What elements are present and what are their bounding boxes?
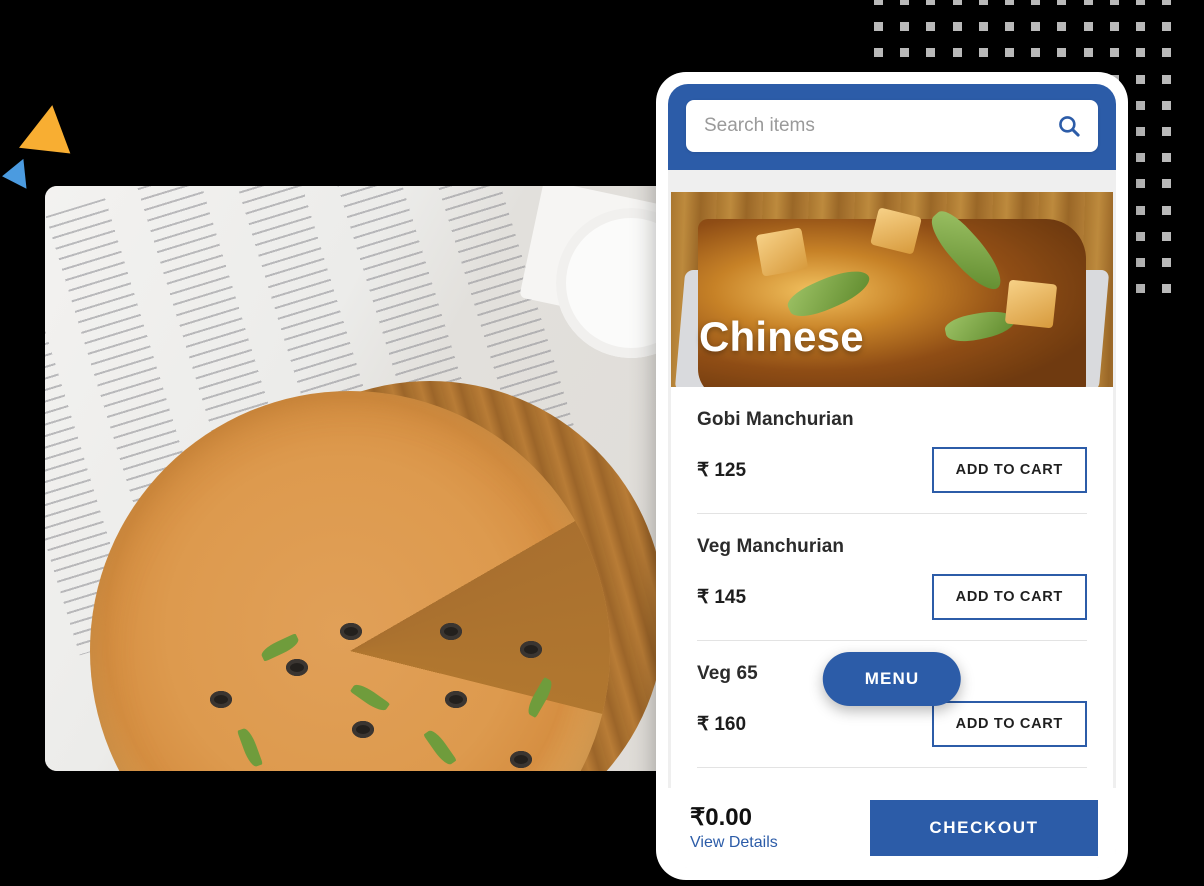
grid-dot xyxy=(1162,0,1172,5)
grid-dot xyxy=(1136,179,1145,189)
grid-dot xyxy=(1162,48,1172,58)
phone-mockup: Chinese Gobi Manchurian₹ 125ADD TO CARTV… xyxy=(656,72,1128,880)
menu-item-row: Veg Manchurian ₹ 145 ADD TO CART xyxy=(697,514,1087,640)
grid-dot xyxy=(1005,0,1014,5)
grid-dot xyxy=(1162,22,1172,32)
grid-dot xyxy=(1162,74,1172,84)
grid-dot xyxy=(1083,0,1093,5)
pizza-olive xyxy=(445,691,467,708)
grid-dot xyxy=(1136,74,1145,84)
cart-amount: ₹0.00 xyxy=(690,804,752,831)
page-root: Chinese Gobi Manchurian₹ 125ADD TO CARTV… xyxy=(0,0,1204,886)
menu-items-list: Gobi Manchurian ₹ 125 ADD TO CART Veg Manch… xyxy=(671,387,1113,788)
grid-dot xyxy=(1136,205,1145,215)
grid-dot xyxy=(1162,205,1172,215)
grid-dot xyxy=(1083,48,1093,58)
menu-item-row: Veg Mushroom xyxy=(697,768,1087,788)
checkout-bar: ₹0.00 View Details CHECKOUT xyxy=(668,788,1116,868)
grid-dot xyxy=(874,22,883,32)
grid-dot xyxy=(1057,48,1067,58)
search-box[interactable] xyxy=(686,100,1098,152)
pizza-olive xyxy=(440,623,462,640)
phone-screen: Chinese Gobi Manchurian₹ 125ADD TO CARTV… xyxy=(668,84,1116,868)
grid-dot xyxy=(1162,179,1172,189)
grid-dot xyxy=(874,48,883,58)
grid-dot xyxy=(978,0,988,5)
grid-dot xyxy=(1136,284,1145,294)
grid-dot xyxy=(1031,0,1041,5)
menu-item-price: ₹ 160 xyxy=(697,713,747,735)
pizza-photo-card xyxy=(45,186,670,771)
grid-dot xyxy=(874,0,883,5)
grid-dot xyxy=(1162,100,1172,110)
pizza-olive xyxy=(520,641,542,658)
category-banner-image: Chinese xyxy=(671,192,1113,387)
grid-dot xyxy=(1136,100,1145,110)
grid-dot xyxy=(952,0,962,5)
grid-dot xyxy=(1162,284,1172,294)
grid-dot xyxy=(1136,153,1145,163)
search-icon[interactable] xyxy=(1056,113,1082,139)
menu-item-actions: ₹ 145 ADD TO CART xyxy=(697,574,1087,640)
grid-dot xyxy=(1136,258,1145,267)
pizza-olive xyxy=(352,721,374,738)
menu-item-name: Gobi Manchurian xyxy=(697,409,854,430)
grid-dot xyxy=(1136,231,1145,241)
orange-triangle-decoration xyxy=(19,105,87,175)
checkout-button[interactable]: CHECKOUT xyxy=(870,800,1098,856)
grid-dot xyxy=(1005,22,1014,32)
view-details-link[interactable]: View Details xyxy=(690,834,778,852)
grid-dot xyxy=(1031,48,1041,58)
content-scroll-area[interactable]: Chinese Gobi Manchurian ₹ 125 ADD TO CART V… xyxy=(668,170,1116,788)
menu-fab-button[interactable]: MENU xyxy=(822,652,962,706)
grid-dot xyxy=(1031,22,1041,32)
add-to-cart-button[interactable]: ADD TO CART xyxy=(931,701,1087,747)
grid-dot xyxy=(1162,258,1172,267)
grid-dot xyxy=(952,22,962,32)
grid-dot xyxy=(952,48,962,58)
blue-triangle-decoration xyxy=(0,158,27,192)
pizza-olive xyxy=(210,691,232,708)
grid-dot xyxy=(926,48,936,58)
pizza-olive xyxy=(286,659,308,676)
app-header xyxy=(668,84,1116,170)
grid-dot xyxy=(1057,0,1067,5)
grid-dot xyxy=(1162,153,1172,163)
grid-dot xyxy=(1109,22,1119,32)
grid-dot xyxy=(1136,0,1145,5)
grid-dot xyxy=(900,22,910,32)
banner-paneer-cube xyxy=(756,227,809,277)
add-to-cart-button[interactable]: ADD TO CART xyxy=(931,574,1087,620)
category-title: Chinese xyxy=(699,313,864,360)
grid-dot xyxy=(1162,127,1172,136)
grid-dot xyxy=(1136,127,1145,136)
grid-dot xyxy=(1162,231,1172,241)
pizza-olive xyxy=(510,751,532,768)
grid-dot xyxy=(1136,22,1145,32)
grid-dot xyxy=(900,48,910,58)
menu-item-actions: ₹ 160 ADD TO CART xyxy=(697,701,1087,767)
grid-dot xyxy=(1136,48,1145,58)
menu-item-price: ₹ 125 xyxy=(697,459,747,481)
grid-dot xyxy=(1109,48,1119,58)
grid-dot xyxy=(926,22,936,32)
grid-dot xyxy=(1005,48,1014,58)
grid-dot xyxy=(1057,22,1067,32)
add-to-cart-button[interactable]: ADD TO CART xyxy=(931,447,1087,493)
search-input[interactable] xyxy=(704,115,1056,137)
pizza-olive xyxy=(340,623,362,640)
grid-dot xyxy=(978,22,988,32)
menu-item-name: Veg Manchurian xyxy=(697,536,845,557)
menu-item-row: Gobi Manchurian ₹ 125 ADD TO CART xyxy=(697,387,1087,513)
cart-total: ₹0.00 View Details xyxy=(690,804,778,852)
grid-dot xyxy=(978,48,988,58)
grid-dot xyxy=(926,0,936,5)
banner-paneer-cube xyxy=(1004,279,1058,329)
menu-item-price: ₹ 145 xyxy=(697,586,747,608)
grid-dot xyxy=(1109,0,1119,5)
grid-dot xyxy=(900,0,910,5)
grid-dot xyxy=(1083,22,1093,32)
menu-item-actions: ₹ 125 ADD TO CART xyxy=(697,447,1087,513)
